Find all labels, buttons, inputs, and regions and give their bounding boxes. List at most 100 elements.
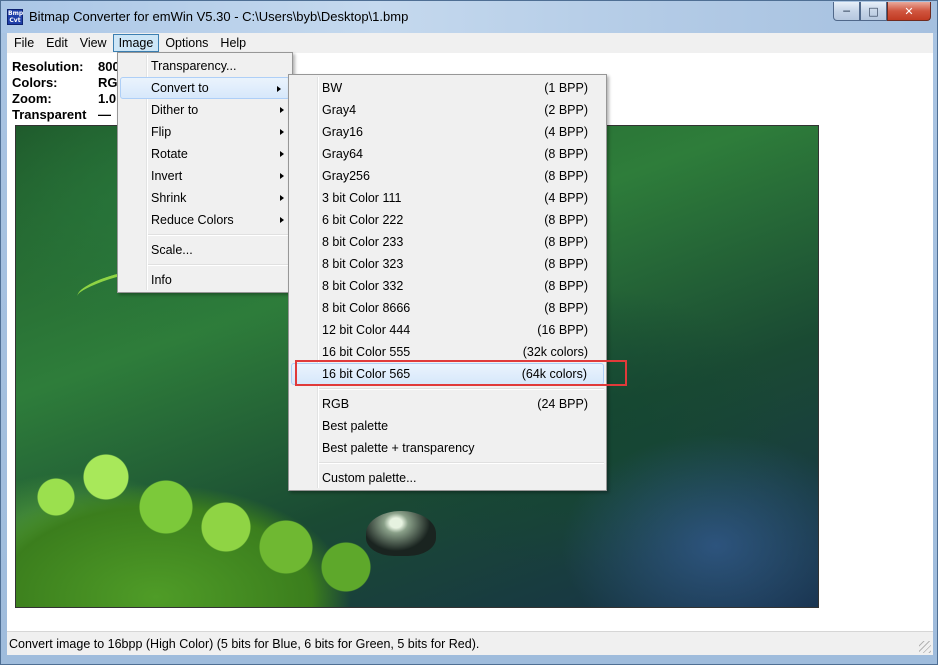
convert-option-bw[interactable]: BW (1 BPP) — [289, 77, 606, 99]
option-depth: (1 BPP) — [544, 81, 588, 95]
option-depth: (8 BPP) — [544, 257, 588, 271]
convert-option-color-555[interactable]: 16 bit Color 555 (32k colors) — [289, 341, 606, 363]
option-depth: (2 BPP) — [544, 103, 588, 117]
menu-separator — [118, 261, 292, 269]
option-depth: (8 BPP) — [544, 147, 588, 161]
window-controls: ─ □ ✕ — [833, 2, 931, 21]
convert-option-best-palette[interactable]: Best palette — [289, 415, 606, 437]
option-label: BW — [322, 81, 343, 95]
menu-item-shrink[interactable]: Shrink — [118, 187, 292, 209]
menu-item-label: Reduce Colors — [151, 213, 234, 227]
convert-option-gray4[interactable]: Gray4 (2 BPP) — [289, 99, 606, 121]
option-label: 8 bit Color 233 — [322, 235, 404, 249]
menu-item-reduce-colors[interactable]: Reduce Colors — [118, 209, 292, 231]
info-row-zoom: Zoom: 1.0 — [12, 91, 120, 107]
convert-option-best-palette-transparency[interactable]: Best palette + transparency — [289, 437, 606, 459]
maximize-button[interactable]: □ — [860, 2, 887, 21]
convert-option-color-111[interactable]: 3 bit Color 111 (4 BPP) — [289, 187, 606, 209]
submenu-arrow-icon — [280, 151, 284, 157]
convert-option-gray256[interactable]: Gray256 (8 BPP) — [289, 165, 606, 187]
option-label: 6 bit Color 222 — [322, 213, 404, 227]
option-depth: (8 BPP) — [544, 301, 588, 315]
menu-item-label: Shrink — [151, 191, 187, 205]
menu-separator — [118, 231, 292, 239]
convert-option-rgb[interactable]: RGB (24 BPP) — [289, 393, 606, 415]
menu-image[interactable]: Image — [112, 34, 160, 52]
convert-option-gray64[interactable]: Gray64 (8 BPP) — [289, 143, 606, 165]
title-bar[interactable]: Bmp Cvt Bitmap Converter for emWin V5.30… — [1, 1, 937, 33]
option-depth: (8 BPP) — [544, 213, 588, 227]
zoom-value: 1.0 — [98, 91, 117, 106]
menu-item-dither-to[interactable]: Dither to — [118, 99, 292, 121]
image-info: Resolution: 800 Colors: RG Zoom: 1.0 Tra… — [12, 59, 120, 123]
info-row-transparent: Transparent — — [12, 107, 120, 123]
menu-item-label: Dither to — [151, 103, 199, 117]
submenu-arrow-icon — [280, 217, 284, 223]
option-depth: (16 BPP) — [537, 323, 588, 337]
submenu-arrow-icon — [280, 195, 284, 201]
option-label: Gray64 — [322, 147, 363, 161]
convert-option-color-8666[interactable]: 8 bit Color 8666 (8 BPP) — [289, 297, 606, 319]
status-bar: Convert image to 16bpp (High Color) (5 b… — [7, 631, 933, 655]
menu-item-convert-to[interactable]: Convert to — [120, 77, 290, 99]
menu-item-label: Convert to — [151, 81, 209, 95]
menu-view[interactable]: View — [74, 34, 113, 52]
option-label: Gray16 — [322, 125, 363, 139]
convert-option-color-222[interactable]: 6 bit Color 222 (8 BPP) — [289, 209, 606, 231]
close-button[interactable]: ✕ — [887, 2, 931, 21]
menu-item-invert[interactable]: Invert — [118, 165, 292, 187]
option-depth: (24 BPP) — [537, 397, 588, 411]
menu-file[interactable]: File — [8, 34, 40, 52]
transparent-label: Transparent — [12, 107, 87, 122]
option-label: Best palette + transparency — [322, 441, 475, 455]
convert-option-custom-palette[interactable]: Custom palette... — [289, 467, 606, 489]
option-label: 8 bit Color 8666 — [322, 301, 411, 315]
menu-item-label: Invert — [151, 169, 183, 183]
convert-option-color-233[interactable]: 8 bit Color 233 (8 BPP) — [289, 231, 606, 253]
option-label: 16 bit Color 555 — [322, 345, 411, 359]
option-depth: (64k colors) — [521, 367, 587, 381]
app-icon[interactable]: Bmp Cvt — [7, 9, 23, 25]
status-text: Convert image to 16bpp (High Color) (5 b… — [9, 637, 480, 651]
info-row-resolution: Resolution: 800 — [12, 59, 120, 75]
option-label: 16 bit Color 565 — [322, 367, 411, 381]
menu-item-info[interactable]: Info — [118, 269, 292, 291]
menu-options[interactable]: Options — [159, 34, 214, 52]
option-depth: (8 BPP) — [544, 169, 588, 183]
option-label: Best palette — [322, 419, 389, 433]
convert-to-submenu: BW (1 BPP) Gray4 (2 BPP) Gray16 (4 BPP) Gra… — [288, 74, 607, 491]
menu-item-transparency[interactable]: Transparency... — [118, 55, 292, 77]
option-label: 12 bit Color 444 — [322, 323, 411, 337]
option-depth: (4 BPP) — [544, 125, 588, 139]
menu-edit[interactable]: Edit — [40, 34, 74, 52]
resolution-label: Resolution: — [12, 59, 84, 74]
option-label: RGB — [322, 397, 350, 411]
minimize-button[interactable]: ─ — [833, 2, 860, 21]
submenu-arrow-icon — [280, 173, 284, 179]
menu-bar: File Edit View Image Options Help — [7, 33, 933, 53]
convert-option-color-323[interactable]: 8 bit Color 323 (8 BPP) — [289, 253, 606, 275]
option-label: Custom palette... — [322, 471, 417, 485]
option-depth: (8 BPP) — [544, 279, 588, 293]
menu-separator — [289, 385, 606, 393]
colors-label: Colors: — [12, 75, 58, 90]
convert-option-gray16[interactable]: Gray16 (4 BPP) — [289, 121, 606, 143]
menu-separator — [289, 459, 606, 467]
menu-item-label: Flip — [151, 125, 172, 139]
transparent-value: — — [98, 107, 111, 122]
window-title: Bitmap Converter for emWin V5.30 - C:\Us… — [29, 9, 409, 24]
stone-shape — [366, 511, 436, 556]
convert-option-color-444[interactable]: 12 bit Color 444 (16 BPP) — [289, 319, 606, 341]
convert-option-color-565[interactable]: 16 bit Color 565 (64k colors) — [291, 363, 604, 385]
menu-item-label: Info — [151, 273, 172, 287]
menu-item-scale[interactable]: Scale... — [118, 239, 292, 261]
menu-item-rotate[interactable]: Rotate — [118, 143, 292, 165]
menu-item-flip[interactable]: Flip — [118, 121, 292, 143]
option-depth: (8 BPP) — [544, 235, 588, 249]
convert-option-color-332[interactable]: 8 bit Color 332 (8 BPP) — [289, 275, 606, 297]
resize-grip-icon[interactable] — [919, 641, 931, 653]
menu-item-label: Rotate — [151, 147, 188, 161]
colors-value: RG — [98, 75, 118, 90]
menu-help[interactable]: Help — [214, 34, 252, 52]
submenu-arrow-icon — [280, 129, 284, 135]
